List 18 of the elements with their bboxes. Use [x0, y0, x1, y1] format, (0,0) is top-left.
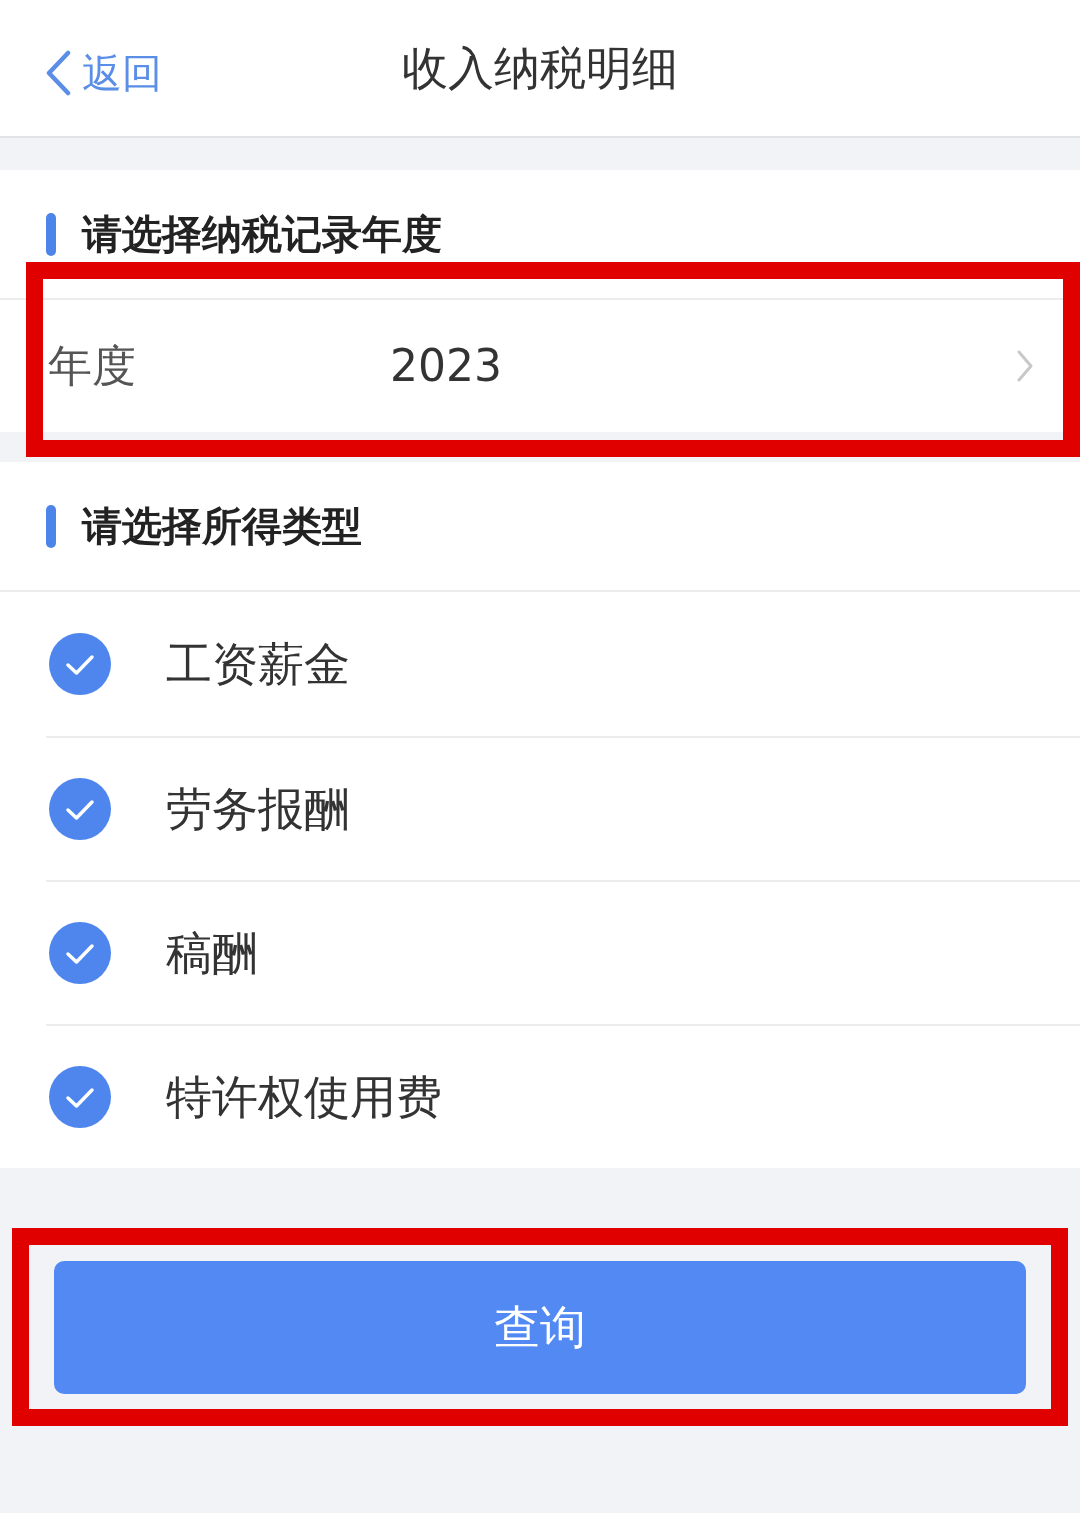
option-label: 特许权使用费	[166, 1068, 442, 1126]
section-heading: 请选择纳税记录年度	[82, 210, 442, 259]
year-selector[interactable]: 年度 2023	[0, 298, 1080, 432]
income-type-option[interactable]: 劳务报酬	[46, 736, 1080, 880]
income-type-option[interactable]: 工资薪金	[46, 592, 1080, 736]
field-value: 2023	[390, 339, 503, 393]
field-label: 年度	[48, 339, 137, 393]
chevron-right-icon	[1016, 349, 1034, 383]
income-type-option[interactable]: 稿酬	[46, 880, 1080, 1024]
chevron-left-icon	[44, 50, 72, 96]
income-type-option[interactable]: 特许权使用费	[46, 1024, 1080, 1168]
section-marker	[46, 504, 56, 548]
section-heading: 请选择所得类型	[82, 502, 362, 551]
section-marker	[46, 212, 56, 256]
option-label: 工资薪金	[166, 635, 350, 693]
page-title: 收入纳税明细	[402, 40, 678, 97]
option-label: 稿酬	[166, 924, 258, 982]
option-label: 劳务报酬	[166, 780, 350, 838]
